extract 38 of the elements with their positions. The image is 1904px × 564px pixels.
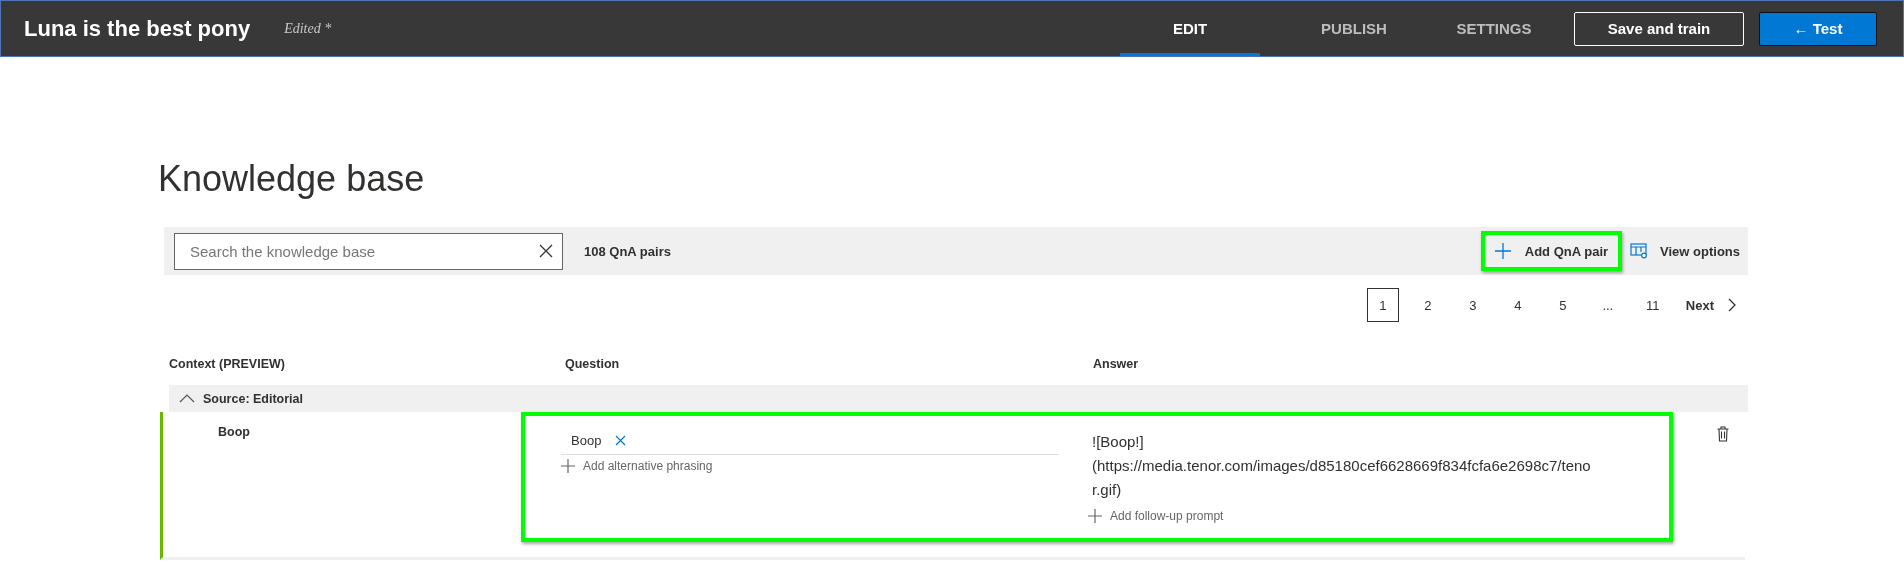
view-options-button[interactable]: View options: [1622, 231, 1748, 271]
group-toggle[interactable]: Source: Editorial: [169, 391, 304, 406]
plus-icon: [1088, 509, 1102, 523]
add-phrasing-link[interactable]: Add alternative phrasing: [561, 455, 713, 473]
column-header: Answer: [1093, 357, 1140, 371]
page-button[interactable]: 1: [1366, 288, 1399, 322]
next-page-button[interactable]: Next: [1685, 297, 1736, 313]
remove-icon[interactable]: [615, 435, 627, 446]
test-button[interactable]: ← Test: [1759, 11, 1877, 46]
save-and-train-button[interactable]: Save and train: [1574, 11, 1744, 46]
table-settings-icon: [1630, 243, 1649, 259]
nav-tab[interactable]: SETTINGS: [1424, 1, 1564, 56]
page-button[interactable]: 5: [1546, 288, 1579, 322]
page-button[interactable]: 3: [1456, 288, 1489, 322]
add-pair-button[interactable]: Add QnA pair: [1480, 231, 1623, 271]
page-button[interactable]: 2: [1411, 288, 1444, 322]
chevron-right-icon: [1728, 298, 1736, 312]
question-field[interactable]: Boop: [561, 433, 1059, 455]
add-prompt-link[interactable]: Add follow-up prompt: [1088, 502, 1224, 523]
edited-status: Edited *: [284, 20, 332, 37]
nav-tab[interactable]: PUBLISH: [1284, 1, 1424, 56]
chevron-up-icon: [179, 394, 195, 403]
page-button[interactable]: 4: [1501, 288, 1534, 322]
plus-icon: [561, 459, 575, 473]
app-title: Luna is the best pony: [24, 15, 251, 42]
trash-icon[interactable]: [1717, 426, 1729, 442]
pair-count: 108 QnA pairs: [584, 243, 671, 259]
page-button[interactable]: 11: [1636, 288, 1669, 322]
search-field[interactable]: Search the knowledge base: [174, 232, 563, 270]
plus-icon: [1494, 243, 1511, 259]
column-header: Question: [565, 357, 621, 371]
context-text: Boop: [217, 424, 251, 439]
clear-icon[interactable]: [539, 243, 553, 258]
answer-text[interactable]: ![Boop!](https://media.tenor.com/images/d85180cef6628669f834fcfa6e2698c7/tenor.gif): [1092, 430, 1592, 502]
page-button[interactable]: ...: [1591, 288, 1624, 322]
column-header: Context (PREVIEW): [169, 357, 286, 371]
nav-tab[interactable]: EDIT: [1120, 1, 1260, 56]
page-title: Knowledge base: [158, 157, 426, 201]
